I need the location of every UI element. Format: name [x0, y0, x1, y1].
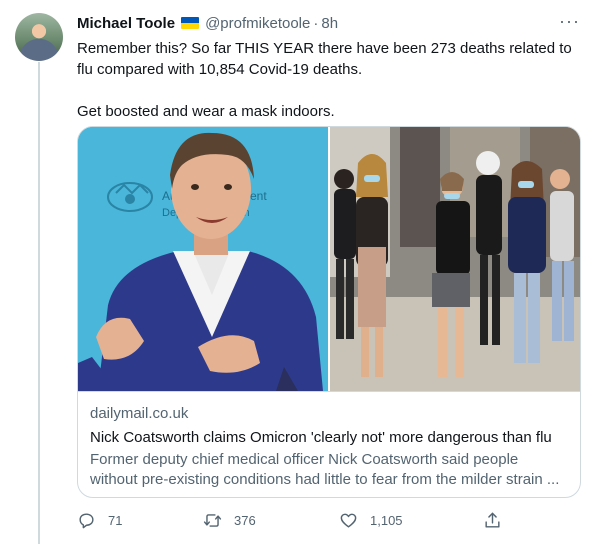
- reply-button[interactable]: 71: [77, 511, 122, 530]
- ukraine-flag-icon: [181, 17, 200, 29]
- retweet-button[interactable]: 376: [203, 511, 256, 530]
- crowd-illustration: [330, 127, 580, 391]
- reply-icon: [79, 513, 94, 529]
- card-title: Nick Coatsworth claims Omicron 'clearly …: [90, 429, 552, 446]
- tweet-header: Michael Toole @profmiketoole · 8h ···: [77, 11, 580, 33]
- card-domain: dailymail.co.uk: [90, 405, 189, 422]
- tweet-text: Remember this? So far THIS YEAR there ha…: [77, 38, 581, 122]
- share-button[interactable]: [483, 511, 514, 530]
- card-description: Former deputy chief medical officer Nick…: [90, 451, 560, 488]
- reply-count: 71: [108, 513, 123, 528]
- more-options-icon[interactable]: ···: [559, 11, 580, 32]
- display-name[interactable]: Michael Toole: [77, 15, 175, 32]
- tweet-actions: 71 376 1,105: [77, 511, 507, 535]
- user-handle[interactable]: @profmiketoole: [205, 15, 310, 32]
- separator-dot: ·: [313, 14, 319, 32]
- card-media[interactable]: Au Dep ent lth: [78, 127, 580, 391]
- like-button[interactable]: 1,105: [339, 511, 403, 530]
- avatar[interactable]: [15, 13, 63, 61]
- retweet-icon: [203, 514, 222, 527]
- share-icon: [485, 512, 500, 528]
- like-count: 1,105: [370, 513, 403, 528]
- retweet-count: 376: [234, 513, 256, 528]
- thread-connector-line: [38, 62, 40, 544]
- card-meta[interactable]: dailymail.co.uk Nick Coatsworth claims O…: [78, 391, 580, 490]
- heart-icon: [340, 513, 357, 528]
- tweet-text-paragraph-2: Get boosted and wear a mask indoors.: [77, 103, 335, 120]
- card-image-street-crowd: [330, 127, 580, 391]
- link-preview-card[interactable]: Au Dep ent lth: [77, 126, 581, 498]
- speaker-illustration: Au Dep ent lth: [78, 127, 328, 391]
- tweet-text-paragraph-1: Remember this? So far THIS YEAR there ha…: [77, 40, 572, 78]
- pedestrian-6: [550, 169, 574, 341]
- timestamp[interactable]: 8h: [321, 15, 338, 32]
- card-image-speaker: Au Dep ent lth: [78, 127, 328, 391]
- sign-text-3: ent: [250, 189, 267, 203]
